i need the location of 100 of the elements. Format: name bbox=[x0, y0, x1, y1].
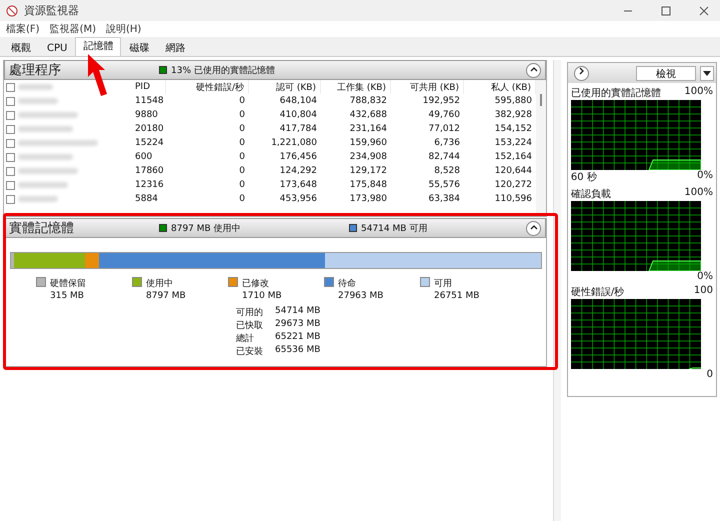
legend-label: 硬體保留 bbox=[50, 278, 87, 290]
panel-title: 處理程序 bbox=[9, 62, 62, 79]
table-cell-text: 82,744 bbox=[428, 152, 461, 162]
table-cell-text: 382,928 bbox=[494, 110, 533, 120]
tab[interactable]: 記憶體 bbox=[75, 37, 122, 56]
table-cell-text: 5884 bbox=[134, 194, 159, 204]
app-icon bbox=[6, 4, 18, 16]
table-cell-text: 110,596 bbox=[494, 194, 533, 204]
expand-button[interactable] bbox=[574, 66, 589, 80]
table-cell-text: 410,804 bbox=[278, 110, 318, 120]
graph-max: 100% bbox=[684, 86, 713, 99]
status-text: 8797 MB 使用中 bbox=[159, 222, 349, 234]
redacted-text bbox=[18, 154, 73, 160]
checkbox[interactable] bbox=[6, 194, 15, 204]
table-cell-text: 0 bbox=[238, 166, 246, 176]
legend-value: 315 MB bbox=[50, 291, 85, 301]
checkbox[interactable] bbox=[6, 110, 15, 120]
redacted-text bbox=[18, 84, 53, 90]
table-cell-text: 55,576 bbox=[428, 180, 461, 190]
scrollbar[interactable] bbox=[536, 80, 546, 216]
legend-label: 已修改 bbox=[242, 278, 270, 290]
summary-label: 已安裝 bbox=[236, 346, 263, 358]
table-cell-text: 231,164 bbox=[348, 124, 388, 134]
table-cell-text: 0 bbox=[238, 194, 246, 204]
redacted-text bbox=[18, 126, 73, 132]
caret-icon bbox=[703, 70, 711, 76]
table-cell-text: 120,644 bbox=[494, 166, 533, 176]
table-cell-text: 600 bbox=[134, 152, 154, 162]
redacted-text bbox=[18, 98, 58, 104]
table-cell-text: 11548 bbox=[134, 96, 165, 106]
view-button[interactable]: 檢視 bbox=[636, 66, 696, 80]
menu-item[interactable]: 檔案(F) bbox=[6, 22, 40, 36]
table-cell-text: 175,848 bbox=[348, 180, 388, 190]
maximize-icon bbox=[661, 6, 671, 16]
summary-value: 65536 MB bbox=[275, 345, 320, 357]
graph-max: 100 bbox=[694, 285, 713, 298]
legend-value: 26751 MB bbox=[434, 291, 480, 301]
table-cell-text: 77,012 bbox=[428, 124, 461, 134]
table-cell-text: 159,960 bbox=[348, 138, 388, 148]
table-cell-text: 17860 bbox=[134, 166, 165, 176]
panel-header[interactable]: 處理程序 13% 已使用的實體記憶體 bbox=[4, 60, 546, 80]
table-cell-text: 9880 bbox=[134, 110, 159, 120]
checkbox[interactable] bbox=[6, 180, 15, 190]
column-header[interactable]: 可共用 (KB) bbox=[391, 80, 464, 94]
graph-max: 100% bbox=[684, 187, 713, 200]
checkbox[interactable] bbox=[6, 124, 15, 134]
table-cell-text: 49,760 bbox=[428, 110, 461, 120]
status-text: 13% 已使用的實體記憶體 bbox=[159, 64, 275, 76]
table-cell-text: 15224 bbox=[134, 138, 165, 148]
table-cell-text: 120,272 bbox=[494, 180, 533, 190]
table-cell-text: 176,456 bbox=[278, 152, 318, 162]
table-cell-text: 417,784 bbox=[278, 124, 318, 134]
checkbox[interactable] bbox=[6, 96, 15, 106]
dropdown-button[interactable] bbox=[700, 66, 714, 80]
legend-label: 使用中 bbox=[146, 278, 174, 290]
column-header[interactable]: PID bbox=[131, 80, 166, 94]
table-cell-text: 0 bbox=[238, 138, 246, 148]
close-icon bbox=[699, 6, 709, 16]
table-cell-text: 788,832 bbox=[348, 96, 388, 106]
table-cell-text: 192,952 bbox=[422, 96, 461, 106]
table-cell-text: 8,528 bbox=[433, 166, 461, 176]
table-cell-text: 129,172 bbox=[348, 166, 388, 176]
table-cell-text: 648,104 bbox=[278, 96, 318, 106]
chevron-up-icon bbox=[530, 225, 538, 230]
table-cell-text: 595,880 bbox=[494, 96, 533, 106]
summary-label: 總計 bbox=[236, 332, 255, 345]
checkbox[interactable] bbox=[6, 82, 15, 92]
column-header[interactable]: 認可 (KB) bbox=[249, 80, 321, 94]
status-text: 54714 MB 可用 bbox=[349, 222, 428, 234]
summary-value: 65221 MB bbox=[275, 332, 320, 344]
collapse-button[interactable] bbox=[526, 62, 541, 78]
chevron-right-icon bbox=[578, 67, 584, 75]
collapse-button[interactable] bbox=[526, 220, 541, 236]
summary-value: 29673 MB bbox=[275, 319, 320, 331]
column-header[interactable]: 硬性錯誤/秒 bbox=[166, 80, 249, 94]
table-cell-text: 6,736 bbox=[433, 138, 461, 148]
table-cell-text: 432,688 bbox=[348, 110, 388, 120]
window-title: 資源監視器 bbox=[24, 3, 80, 18]
time-label: 60 秒 bbox=[570, 170, 597, 184]
graph-title: 確認負載 bbox=[570, 188, 611, 201]
graph-min: 0 bbox=[706, 369, 713, 380]
table-cell-text: 0 bbox=[238, 124, 246, 134]
table-cell-text: 0 bbox=[238, 96, 246, 106]
menu-item[interactable]: 說明(H) bbox=[106, 22, 142, 36]
table-cell-text: 124,292 bbox=[278, 166, 318, 176]
table-cell-text: 173,980 bbox=[348, 194, 388, 204]
table-cell-text: 453,956 bbox=[278, 194, 318, 204]
column-header[interactable]: 工作集 (KB) bbox=[321, 80, 391, 94]
table-cell-text: 0 bbox=[238, 180, 246, 190]
redacted-text bbox=[18, 196, 58, 202]
table-cell-text: 154,152 bbox=[494, 124, 533, 134]
legend-label: 可用 bbox=[434, 278, 453, 290]
checkbox[interactable] bbox=[6, 138, 15, 148]
menu-item[interactable]: 監視器(M) bbox=[50, 22, 96, 36]
table-cell-text: 1,221,080 bbox=[270, 138, 318, 148]
checkbox[interactable] bbox=[6, 152, 15, 162]
summary-value: 54714 MB bbox=[275, 306, 320, 318]
graph-title: 已使用的實體記憶體 bbox=[570, 86, 661, 100]
panel-header[interactable]: 實體記憶體 8797 MB 使用中 54714 MB 可用 bbox=[4, 218, 546, 238]
checkbox[interactable] bbox=[6, 166, 15, 176]
